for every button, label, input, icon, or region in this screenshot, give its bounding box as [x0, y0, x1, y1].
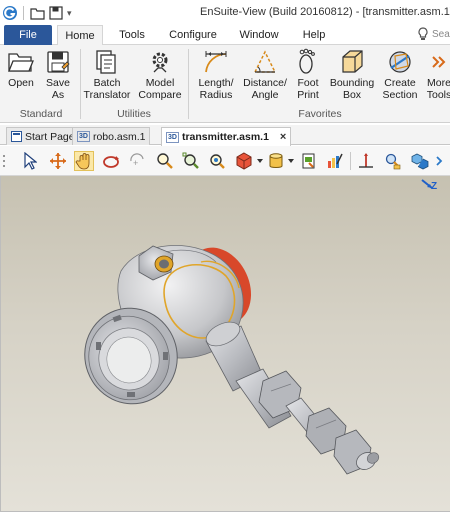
close-tab-icon[interactable]: ×	[280, 131, 286, 143]
qat-customize-icon[interactable]: ▾	[67, 8, 72, 19]
open-label: Open	[8, 77, 34, 89]
batch-translator-label: Batch Translator	[83, 77, 131, 101]
chevron-down-icon[interactable]	[255, 151, 265, 171]
search-placeholder: Sea	[432, 28, 450, 40]
axis-icon[interactable]	[356, 151, 376, 171]
svg-text:+: +	[133, 158, 138, 168]
qat-separator	[23, 6, 24, 20]
doc-tab-label: robo.asm.1	[92, 130, 146, 143]
distance-angle-button[interactable]: Distance/ Angle	[241, 48, 289, 106]
create-section-icon	[386, 48, 414, 76]
tab-configure[interactable]: Configure	[164, 25, 222, 45]
rotate-icon[interactable]	[74, 151, 94, 171]
save-as-label: Save As	[46, 77, 70, 101]
quick-access-toolbar: ▾	[2, 4, 72, 22]
create-section-label: Create Section	[382, 77, 418, 101]
batch-translator-icon	[93, 48, 121, 76]
zoom-window-icon[interactable]	[207, 151, 227, 171]
toolbar-separator	[350, 152, 351, 170]
more-icon[interactable]	[433, 151, 447, 171]
transmitter-model[interactable]	[1, 176, 449, 512]
app-logo-icon[interactable]	[2, 5, 18, 21]
footprint-icon	[294, 48, 322, 76]
tab-tools[interactable]: Tools	[111, 25, 153, 45]
model-compare-icon	[146, 48, 174, 76]
bounding-box-label: Bounding Box	[329, 77, 375, 101]
tab-help[interactable]: Help	[296, 25, 332, 45]
bounding-box-button[interactable]: Bounding Box	[328, 48, 376, 106]
doc-tab-transmitter[interactable]: 3D transmitter.asm.1 ×	[161, 127, 292, 146]
distance-angle-icon	[251, 48, 279, 76]
length-radius-button[interactable]: Length/ Radius	[193, 48, 239, 106]
export-icon[interactable]	[299, 151, 319, 171]
folder-open-icon	[7, 48, 35, 76]
pan-icon[interactable]	[48, 151, 68, 171]
3d-badge-icon: 3D	[166, 131, 179, 143]
tab-home[interactable]: Home	[57, 25, 103, 46]
3d-viewport[interactable]: Z	[0, 176, 450, 512]
lightbulb-icon	[418, 27, 428, 40]
qat-open-icon[interactable]	[29, 5, 45, 21]
select-arrow-icon[interactable]	[20, 151, 40, 171]
window-title: EnSuite-View (Build 20160812) - [transmi…	[200, 6, 450, 18]
batch-translator-button[interactable]: Batch Translator	[82, 48, 132, 106]
zoom-fit-icon[interactable]	[181, 151, 201, 171]
bounding-box-icon	[338, 48, 366, 76]
tab-window[interactable]: Window	[235, 25, 283, 45]
doc-tab-start-page[interactable]: Start Page	[6, 127, 80, 145]
more-tools-icon	[425, 48, 450, 76]
distance-angle-label: Distance/ Angle	[243, 77, 287, 101]
group-utilities: Utilities	[117, 108, 151, 120]
save-as-button[interactable]: Save As	[42, 48, 74, 106]
group-standard: Standard	[19, 108, 63, 120]
more-tools-label: More Tools	[426, 77, 450, 101]
search-model-icon[interactable]	[383, 151, 403, 171]
toolbar-grip	[0, 151, 8, 171]
group-favorites: Favorites	[298, 108, 342, 120]
group-separator	[188, 49, 189, 119]
foot-print-label: Foot Print	[297, 77, 319, 101]
ribbon: Open Save As Standard Batch Translator M…	[0, 45, 450, 123]
group-separator	[80, 49, 81, 119]
cylinder-icon[interactable]	[266, 151, 286, 171]
doc-tab-label: Start Page	[25, 130, 75, 143]
open-button[interactable]: Open	[4, 48, 38, 106]
start-page-icon	[11, 131, 22, 142]
chevron-down-icon[interactable]	[286, 151, 296, 171]
ribbon-tab-bar: File Home Tools Configure Window Help Se…	[0, 25, 450, 46]
create-section-button[interactable]: Create Section	[379, 48, 421, 106]
zoom-icon[interactable]	[155, 151, 175, 171]
title-bar: ▾ EnSuite-View (Build 20160812) - [trans…	[0, 0, 450, 25]
length-radius-icon	[202, 48, 230, 76]
length-radius-label: Length/ Radius	[198, 77, 234, 101]
model-compare-label: Model Compare	[138, 77, 182, 101]
view-toolbar: +	[0, 146, 450, 176]
spin-icon[interactable]	[101, 151, 121, 171]
search-box[interactable]: Sea	[416, 27, 450, 41]
axis-z-label: Z	[431, 181, 438, 192]
more-tools-button[interactable]: More Tools	[424, 48, 450, 106]
doc-tab-robo[interactable]: 3D robo.asm.1	[72, 127, 151, 145]
doc-tab-label: transmitter.asm.1	[181, 131, 269, 143]
save-as-icon	[44, 48, 72, 76]
qat-save-icon[interactable]	[48, 5, 64, 21]
file-tab[interactable]: File	[4, 25, 52, 45]
shaded-cube-icon[interactable]	[234, 151, 254, 171]
paint-icon[interactable]	[325, 151, 345, 171]
rotate-step-icon[interactable]: +	[128, 151, 148, 171]
explode-icon[interactable]	[410, 151, 430, 171]
foot-print-button[interactable]: Foot Print	[292, 48, 324, 106]
model-compare-button[interactable]: Model Compare	[136, 48, 184, 106]
3d-badge-icon: 3D	[77, 131, 90, 142]
document-tab-bar: Start Page 3D robo.asm.1 3D transmitter.…	[0, 125, 450, 146]
process-pipe	[205, 321, 380, 475]
